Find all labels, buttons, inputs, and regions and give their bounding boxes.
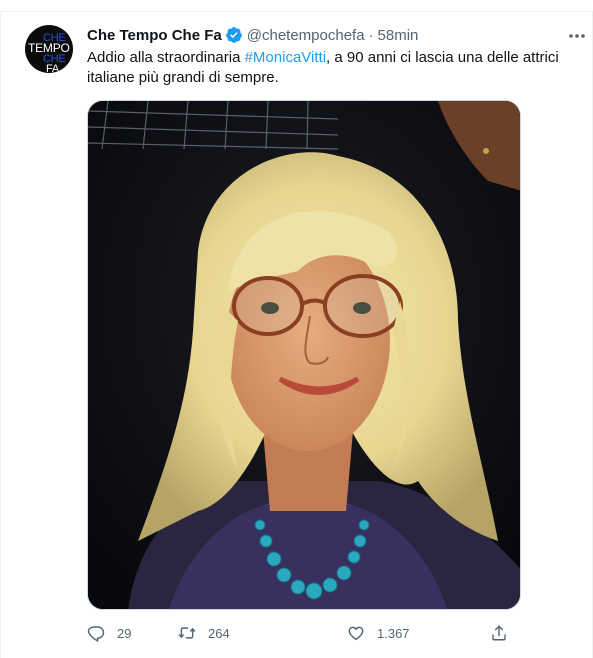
tweet-timestamp[interactable]: 58min — [378, 27, 419, 44]
timeline-divider — [0, 0, 593, 12]
like-button[interactable]: 1.367 — [347, 622, 410, 644]
tweet-photo[interactable] — [87, 100, 521, 610]
reply-button[interactable]: 29 — [87, 622, 131, 644]
avatar[interactable]: CHE TEMPO CHE FA — [25, 25, 73, 73]
tweet-header: Che Tempo Che Fa @chetempochefa · 58min — [87, 25, 418, 45]
header-separator: · — [368, 26, 374, 44]
tweet-text: Addio alla straordinaria #MonicaVitti, a… — [87, 48, 581, 88]
share-icon — [492, 625, 506, 641]
portrait-photo — [88, 101, 520, 609]
heart-icon — [348, 626, 364, 641]
author-handle[interactable]: @chetempochefa — [247, 27, 365, 44]
reply-count: 29 — [117, 625, 132, 641]
author-name[interactable]: Che Tempo Che Fa — [87, 27, 222, 44]
avatar-text-fa: FA — [46, 63, 60, 74]
more-dots-icon[interactable] — [567, 26, 587, 46]
retweet-count: 264 — [208, 625, 230, 641]
tweet-card[interactable]: CHE TEMPO CHE FA Che Tempo Che Fa @chete… — [0, 12, 593, 658]
tweet-text-before: Addio alla straordinaria — [87, 49, 245, 66]
hashtag-link[interactable]: #MonicaVitti — [245, 49, 326, 66]
retweet-icon — [178, 627, 196, 639]
verified-badge-icon — [225, 27, 242, 43]
retweet-button[interactable]: 264 — [178, 622, 230, 644]
share-button[interactable] — [490, 622, 520, 644]
tweet-actions: 29 264 1.367 — [87, 622, 517, 644]
like-count: 1.367 — [377, 625, 410, 641]
reply-icon — [87, 626, 105, 642]
